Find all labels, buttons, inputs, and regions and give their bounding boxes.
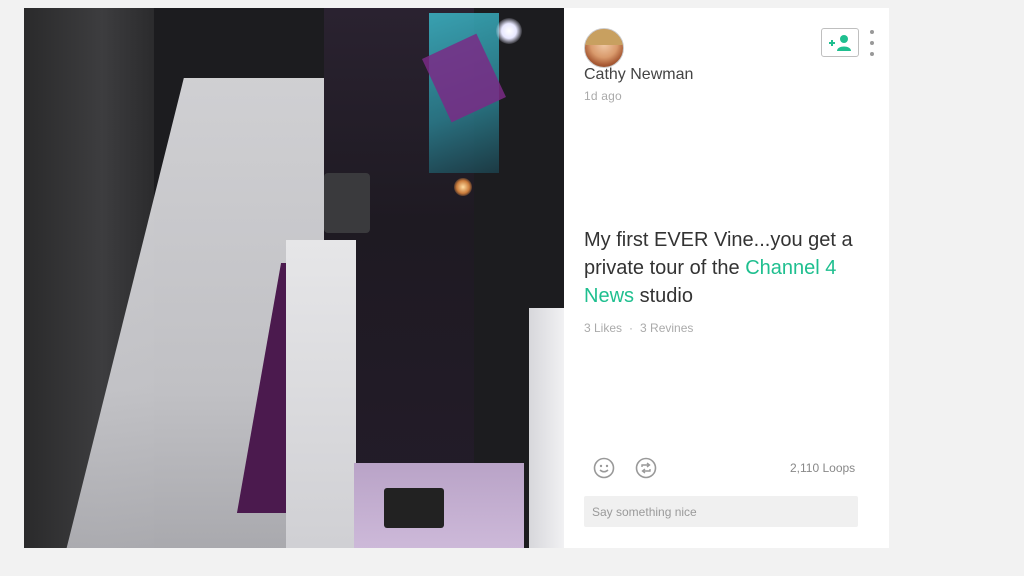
more-vertical-icon-dot bbox=[870, 41, 874, 45]
post-sidebar: Cathy Newman 1d ago My first EVER Vine..… bbox=[564, 8, 889, 548]
user-name[interactable]: Cathy Newman bbox=[584, 66, 693, 84]
likes-count[interactable]: 3 Likes bbox=[584, 321, 622, 335]
post-card: Cathy Newman 1d ago My first EVER Vine..… bbox=[24, 8, 889, 548]
post-description: My first EVER Vine...you get a private t… bbox=[584, 226, 874, 310]
revine-button[interactable] bbox=[635, 457, 657, 479]
post-stats: 3 Likes · 3 Revines bbox=[584, 321, 693, 335]
avatar-hair bbox=[585, 29, 623, 45]
video-frame-lamp bbox=[454, 178, 472, 196]
comment-input[interactable] bbox=[584, 496, 858, 527]
follow-button[interactable] bbox=[821, 28, 859, 57]
like-button[interactable] bbox=[593, 457, 615, 479]
video-frame-pillar bbox=[529, 308, 564, 548]
stats-separator: · bbox=[629, 321, 634, 335]
video-frame-equipment bbox=[384, 488, 444, 528]
more-vertical-icon bbox=[870, 30, 874, 34]
avatar[interactable] bbox=[584, 28, 624, 68]
post-timestamp: 1d ago bbox=[584, 89, 622, 103]
video-frame-camera bbox=[324, 173, 370, 233]
revines-count[interactable]: 3 Revines bbox=[640, 321, 693, 335]
loops-count: 2,110 Loops bbox=[790, 461, 856, 475]
video-frame-desk bbox=[286, 240, 356, 548]
description-text-end: studio bbox=[634, 285, 693, 307]
revine-icon bbox=[635, 457, 657, 479]
more-options-button[interactable] bbox=[867, 30, 877, 56]
smiley-icon bbox=[593, 457, 615, 479]
more-vertical-icon-dot bbox=[870, 52, 874, 56]
video-frame-ceiling-light bbox=[496, 18, 522, 44]
add-user-icon bbox=[829, 34, 851, 51]
video-player[interactable] bbox=[24, 8, 564, 548]
